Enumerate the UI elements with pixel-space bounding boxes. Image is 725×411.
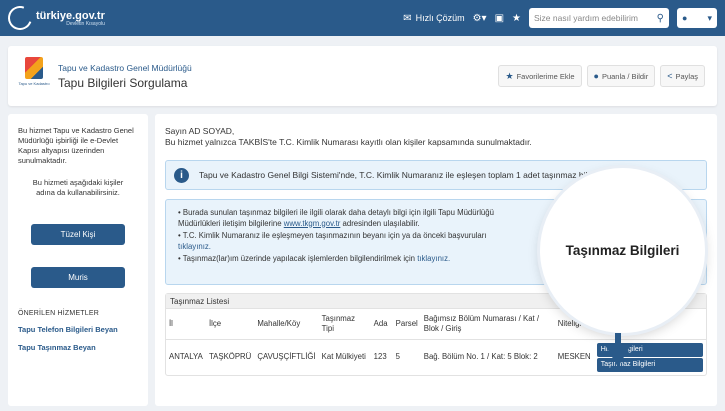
logo-text: türkiye.gov.tr (36, 9, 105, 22)
cell-bagimsiz-bolum: Bağ. Bölüm No. 1 / Kat: 5 Blok: 2 (423, 352, 538, 361)
cell-ada: 123 (373, 352, 387, 361)
quick-solution-label: Hızlı Çözüm (415, 13, 465, 23)
key-icon[interactable]: ⚙▾ (473, 13, 487, 24)
speech-bubble-icon: ● (593, 71, 599, 81)
tkgm-logo: Tapu ve Kadastro (18, 57, 50, 95)
star-icon[interactable]: ★ (512, 13, 521, 24)
user-menu-button[interactable]: ● ▾ (677, 8, 717, 28)
column-header: Mahalle/Köy (254, 309, 319, 340)
tkgm-website-link[interactable]: www.tkgm.gov.tr (284, 219, 341, 228)
info-line-1b-text: Müdürlükleri iletişim bilgilerine (178, 218, 282, 228)
page-title: Tapu Bilgileri Sorgulama (58, 75, 188, 90)
column-header: Bağımsız Bölüm Numarası / Kat / Blok / G… (420, 309, 555, 340)
recommended-services-heading: ÖNERİLEN HİZMETLER (18, 310, 99, 317)
search-icon[interactable]: ⚲ (657, 13, 664, 24)
legal-entity-button[interactable]: Tüzel Kişi (31, 224, 125, 245)
recommended-service-link[interactable]: Tapu Taşınmaz Beyan (18, 343, 138, 353)
add-favorite-label: Favorilerime Ekle (516, 71, 575, 81)
share-icon: < (667, 71, 673, 81)
notification-link[interactable]: tıklayınız. (417, 254, 450, 263)
star-icon: ★ (505, 70, 514, 81)
magnifier-callout: Taşınmaz Bilgileri (540, 168, 705, 333)
sidebar: Bu hizmet Tapu ve Kadastro Genel Müdürlü… (8, 114, 148, 406)
info-icon: i (174, 167, 189, 183)
share-button[interactable]: < Paylaş (660, 65, 705, 87)
chat-icon: ✉ (403, 12, 412, 24)
column-header: İl (166, 309, 206, 340)
share-label: Paylaş (675, 71, 698, 81)
cell-mahalle: ÇAVUŞÇİFTLİĞİ (257, 352, 316, 361)
tkgm-logo-label: Tapu ve Kadastro (18, 81, 50, 86)
declaration-link[interactable]: tıklayınız. (178, 242, 211, 251)
cell-ilce: TAŞKÖPRÜ (209, 352, 252, 361)
sidebar-info-text: Bu hizmet Tapu ve Kadastro Genel Müdürlü… (18, 126, 134, 165)
top-bar: türkiye.gov.tr Devletin Kısayolu ✉ Hızlı… (0, 0, 725, 36)
callout-label: Taşınmaz Bilgileri (565, 243, 680, 258)
chevron-down-icon: ▾ (707, 12, 712, 23)
logo-mark-icon (4, 2, 36, 34)
search-placeholder: Size nasıl yardım edebilirim (534, 13, 638, 23)
turkiye-gov-logo[interactable]: türkiye.gov.tr Devletin Kısayolu (4, 2, 105, 34)
display-icon[interactable]: ▣ (495, 13, 504, 24)
cell-tip: Kat Mülkiyeti (321, 352, 366, 361)
tkgm-logo-icon (25, 57, 43, 79)
greeting: Sayın AD SOYAD, (165, 126, 235, 136)
intro-text: Bu hizmet yalnızca TAKBİS'te T.C. Kimlik… (165, 137, 532, 147)
add-favorite-button[interactable]: ★ Favorilerime Ekle (498, 65, 582, 87)
service-header: Tapu ve Kadastro Tapu ve Kadastro Genel … (8, 46, 717, 106)
rate-button[interactable]: ● Puanla / Bildir (586, 65, 656, 87)
pointer-arrow-icon (605, 345, 631, 367)
column-header: Taşınmaz Tipi (318, 309, 371, 340)
column-header: İlçe (206, 309, 255, 340)
search-input[interactable]: Size nasıl yardım edebilirim ⚲ (529, 8, 669, 28)
cell-parsel: 5 (395, 352, 400, 361)
cell-nitelik: MESKEN (557, 352, 591, 361)
info-line-1c-text: adresinden ulaşılabilir. (342, 218, 420, 228)
column-header: Parsel (392, 309, 421, 340)
decedent-button[interactable]: Muris (31, 267, 125, 288)
recommended-service-link[interactable]: Tapu Telefon Bilgileri Beyan (18, 325, 138, 335)
info-line-2-text: • T.C. Kimlik Numaranız ile eşleşmeyen t… (178, 231, 487, 240)
sidebar-proxy-text: Bu hizmeti aşağıdaki kişiler adına da ku… (32, 178, 124, 197)
cell-il: ANTALYA (169, 352, 203, 361)
institution-name[interactable]: Tapu ve Kadastro Genel Müdürlüğü (58, 63, 192, 73)
quick-solution-button[interactable]: ✉ Hızlı Çözüm (403, 13, 464, 24)
user-icon: ● (682, 13, 688, 23)
column-header: Ada (370, 309, 393, 340)
info-line-3-text: • Taşınmaz(lar)ım üzerinde yapılacak işl… (178, 254, 416, 263)
rate-label: Puanla / Bildir (601, 71, 649, 81)
info-line-1-text: • Burada sunulan taşınmaz bilgileri ile … (178, 208, 494, 217)
